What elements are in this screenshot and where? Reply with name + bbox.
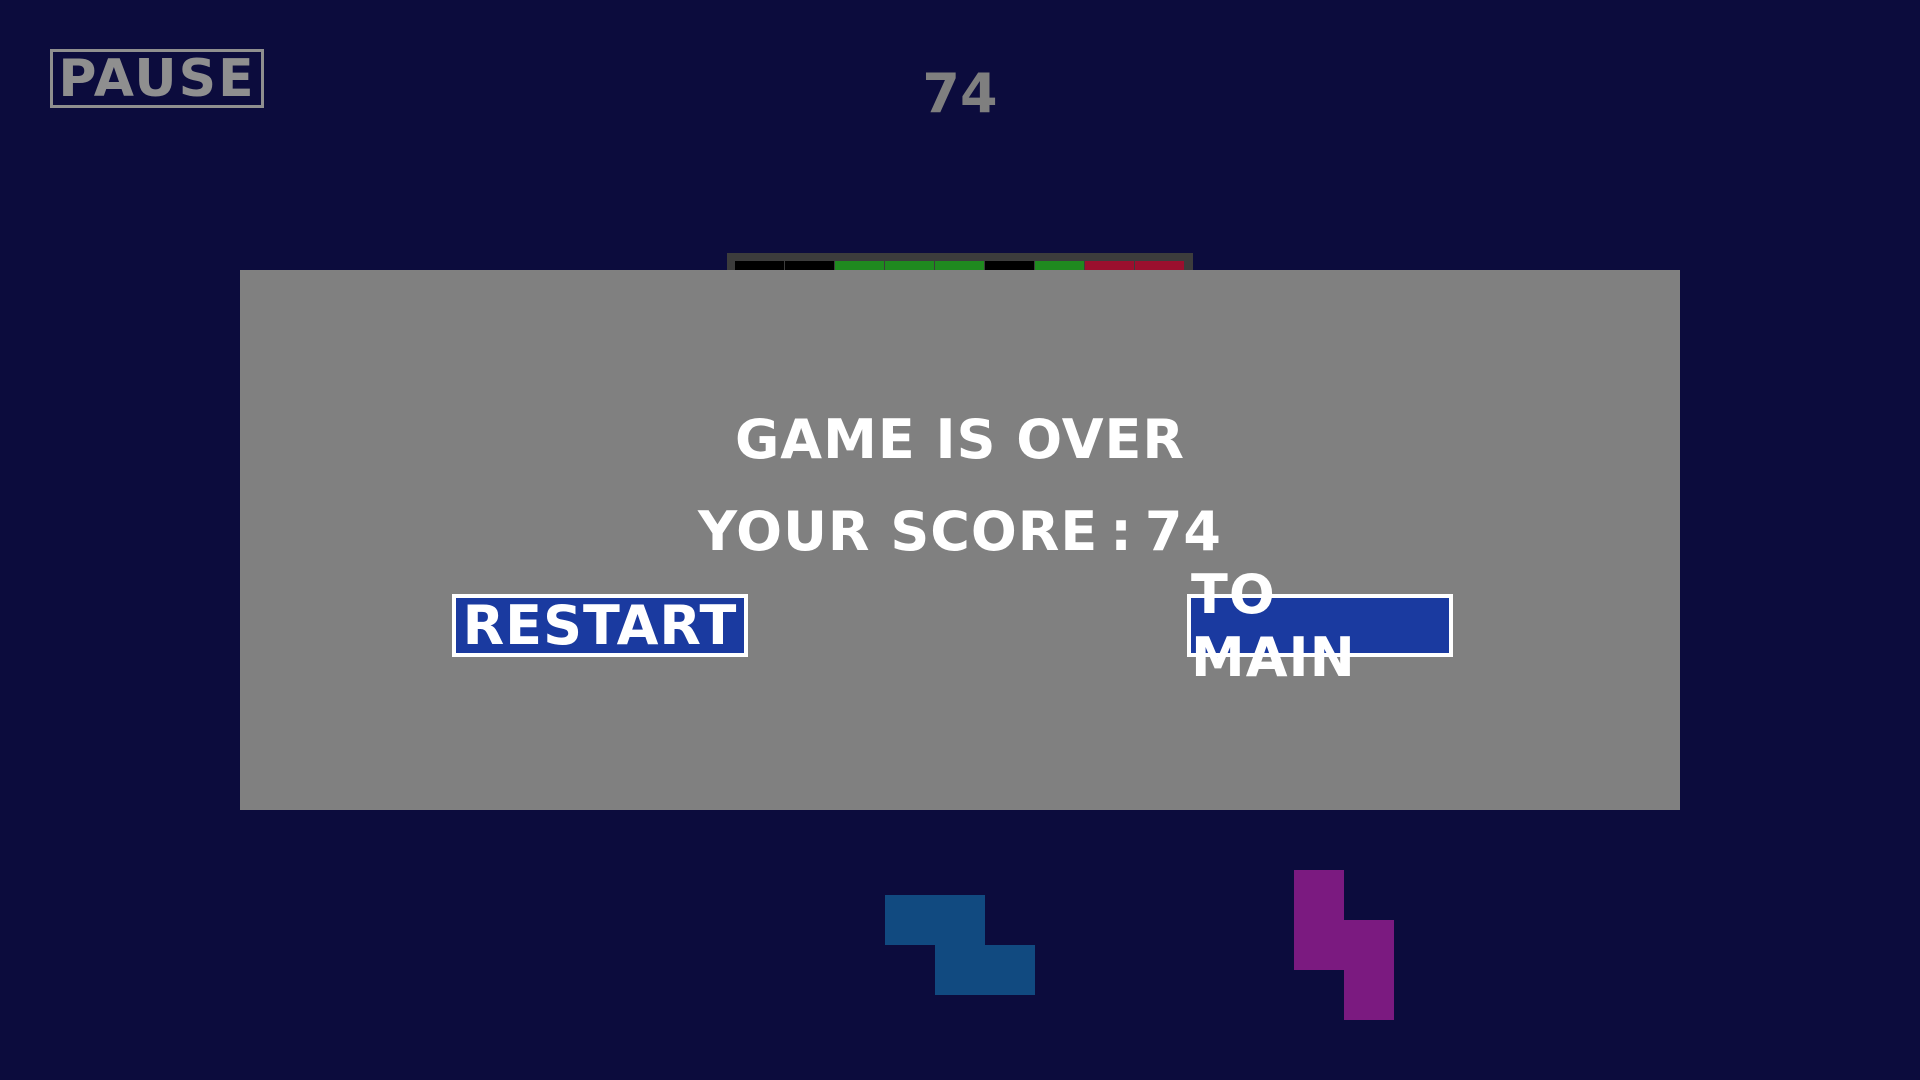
- next-piece-s: [1294, 870, 1394, 1020]
- piece-block: [1294, 870, 1344, 920]
- restart-button[interactable]: RESTART: [452, 594, 748, 657]
- final-score-separator: :: [1110, 500, 1133, 563]
- piece-block: [1344, 920, 1394, 970]
- piece-block: [985, 945, 1035, 995]
- piece-block: [1344, 970, 1394, 1020]
- to-main-button[interactable]: TO MAIN: [1187, 563, 1453, 689]
- final-score-line: YOUR SCORE:74: [240, 500, 1680, 563]
- final-score-label: YOUR SCORE: [698, 500, 1099, 563]
- pause-button[interactable]: PAUSE: [50, 49, 264, 109]
- game-screen: PAUSE 74 GAME IS OVER YOUR SCORE:74 REST…: [0, 0, 1920, 1080]
- next-piece-z: [885, 895, 1035, 995]
- piece-block: [1294, 920, 1344, 970]
- game-over-dialog: GAME IS OVER YOUR SCORE:74 RESTART TO MA…: [240, 270, 1680, 810]
- final-score-value: 74: [1144, 500, 1222, 563]
- piece-block: [935, 945, 985, 995]
- piece-block: [935, 895, 985, 945]
- game-over-title: GAME IS OVER: [734, 408, 1186, 471]
- piece-block: [885, 895, 935, 945]
- score-display: 74: [922, 62, 998, 125]
